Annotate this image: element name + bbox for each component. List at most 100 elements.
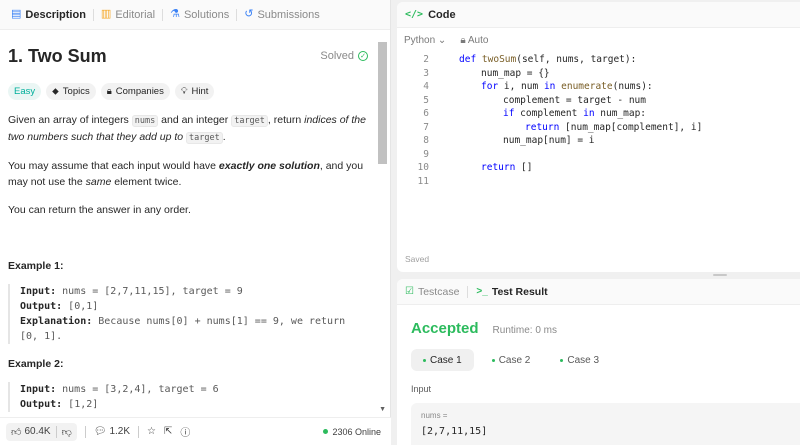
case-tab-1[interactable]: Case 1	[411, 349, 474, 371]
text: .	[222, 131, 226, 143]
description-scrollbar[interactable]	[377, 42, 387, 420]
saved-status: Saved	[405, 254, 430, 264]
case-label: Case 2	[498, 354, 531, 366]
title-row: 1. Two Sum Solved ✓	[8, 44, 368, 68]
code-line[interactable]: 5 complement = target - num	[397, 94, 800, 108]
example-input: Input: nums = [2,7,11,15], target = 9	[20, 284, 368, 299]
example-explanation: Explanation: Because nums[0] + nums[1] =…	[20, 314, 368, 344]
star-icon[interactable]: ☆	[147, 426, 156, 437]
code-line[interactable]: 4 for i, num in enumerate(nums):	[397, 80, 800, 94]
description-paragraph-3: You can return the answer in any order.	[8, 204, 191, 216]
input-value: nums = [3,2,4], target = 6	[56, 384, 219, 395]
line-number: 9	[423, 148, 429, 160]
online-dot-icon	[323, 429, 329, 434]
inline-code: target	[231, 115, 268, 127]
line-source	[429, 175, 459, 189]
tab-solutions-label: Solutions	[183, 8, 230, 21]
input-label: Input:	[20, 384, 57, 395]
online-count: 2306 Online	[332, 426, 381, 437]
language-select[interactable]: Python ⌄	[404, 35, 446, 46]
terminal-icon: >_	[476, 286, 488, 297]
companies-chip[interactable]: 🔒︎ Companies	[100, 83, 170, 100]
code-line[interactable]: 7 return [num_map[complement], i]	[397, 121, 800, 135]
comments-button[interactable]: 💬︎ 1.2K	[94, 426, 130, 437]
code-line[interactable]: 3 num_map = {}	[397, 67, 800, 81]
case-tabs: Case 1 Case 2 Case 3	[397, 349, 800, 371]
scroll-down-arrow-icon[interactable]: ▼	[379, 406, 386, 413]
case-tab-3[interactable]: Case 3	[548, 349, 611, 371]
resize-grip[interactable]	[713, 274, 727, 276]
test-result-label: Test Result	[491, 285, 548, 298]
text: element twice.	[111, 176, 182, 188]
history-icon: ↺	[244, 8, 254, 20]
bottom-bar: 👍︎ 60.4K 👎︎ 💬︎ 1.2K ☆ ⇱ ⓘ 2306 Online	[0, 417, 391, 445]
verdict: Accepted	[411, 320, 479, 337]
example-output: Output: [0,1]	[20, 299, 368, 314]
code-editor[interactable]: 2 def twoSum(self, nums, target): 3 num_map…	[397, 53, 800, 188]
description-paragraph-2: You may assume that each input would hav…	[8, 158, 368, 190]
book-icon: ▥	[100, 8, 112, 20]
line-number: 3	[423, 67, 429, 79]
tab-test-result[interactable]: >_ Test Result	[476, 286, 547, 298]
output-label: Output:	[20, 301, 63, 312]
test-panel: ☑ Testcase >_ Test Result Accepted Runtime…	[397, 279, 800, 445]
output-value: [0,1]	[62, 301, 99, 312]
text: You may assume that each input would hav…	[8, 160, 219, 172]
solved-label: Solved	[320, 50, 354, 62]
hint-chip[interactable]: 💡︎ Hint	[174, 83, 215, 100]
tab-description[interactable]: ▤ Description	[4, 0, 93, 30]
example-1-title: Example 1:	[8, 260, 64, 272]
share-icon[interactable]: ⇱	[164, 426, 172, 437]
code-icon: </>	[405, 9, 424, 20]
code-line[interactable]: 11	[397, 175, 800, 189]
code-header: </> Code	[397, 2, 800, 28]
code-line[interactable]: 2 def twoSum(self, nums, target):	[397, 53, 800, 67]
text: Given an array of integers	[8, 114, 132, 126]
tab-submissions-label: Submissions	[257, 8, 320, 21]
code-line[interactable]: 9	[397, 148, 800, 162]
panel-resize-handle[interactable]	[397, 272, 800, 278]
vote-separator	[55, 425, 57, 438]
line-number: 2	[423, 54, 429, 65]
thumbs-down-icon[interactable]: 👎︎	[62, 426, 72, 438]
line-source: def twoSum(self, nums, target):	[459, 54, 637, 65]
difficulty-badge: Easy	[8, 83, 42, 100]
like-button[interactable]: 👍︎ 60.4K	[11, 426, 51, 438]
code-line[interactable]: 6 if complement in num_map:	[397, 107, 800, 121]
example-input: Input: nums = [3,2,4], target = 6	[20, 382, 368, 397]
input-heading: Input	[411, 384, 432, 394]
runtime: Runtime: 0 ms	[492, 325, 557, 336]
case-label: Case 3	[567, 354, 600, 366]
code-line[interactable]: 8 num_map[num] = i	[397, 134, 800, 148]
tab-editorial[interactable]: ▥ Editorial	[94, 0, 162, 30]
tab-testcase[interactable]: ☑ Testcase	[405, 286, 459, 298]
line-source	[429, 148, 459, 162]
check-circle-icon: ✓	[358, 51, 368, 61]
app-root: ▤ Description ▥ Editorial ⚗ Solutions ↺ …	[0, 0, 800, 445]
code-title: Code	[428, 8, 456, 21]
example-output: Output: [1,2]	[20, 397, 368, 412]
code-line[interactable]: 10 return []	[397, 161, 800, 175]
topics-chip[interactable]: ⬥ Topics	[46, 83, 96, 100]
example-1-box: Input: nums = [2,7,11,15], target = 9 Ou…	[8, 284, 368, 344]
tab-editorial-label: Editorial	[115, 8, 156, 21]
solved-status: Solved ✓	[320, 50, 368, 62]
tab-solutions[interactable]: ⚗ Solutions	[163, 0, 236, 30]
input-label: Input:	[20, 286, 57, 297]
verdict-row: Accepted Runtime: 0 ms	[397, 320, 800, 337]
scrollbar-thumb[interactable]	[378, 42, 387, 164]
comment-icon: 💬︎	[93, 426, 107, 437]
problem-title[interactable]: 1. Two Sum	[8, 46, 107, 67]
line-number: 4	[423, 81, 429, 92]
tab-submissions[interactable]: ↺ Submissions	[237, 0, 327, 30]
case-tab-2[interactable]: Case 2	[480, 349, 543, 371]
line-source: num_map = {}	[481, 67, 550, 79]
line-number: 11	[417, 175, 429, 187]
thumbs-up-icon: 👍︎	[11, 426, 22, 438]
flask-icon: ⚗	[170, 8, 180, 20]
auto-mode[interactable]: 🔒︎ Auto	[460, 35, 488, 46]
line-source: for i, num in enumerate(nums):	[481, 81, 653, 92]
example-2-title: Example 2:	[8, 358, 64, 370]
help-icon[interactable]: ⓘ	[180, 424, 190, 439]
online-status: 2306 Online	[323, 427, 381, 437]
